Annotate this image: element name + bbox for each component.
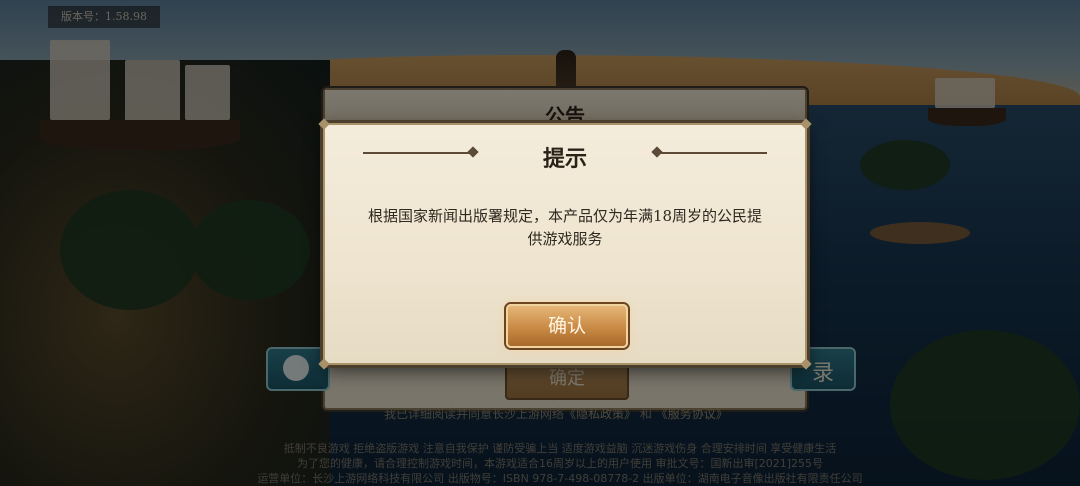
confirm-button[interactable]: 确认 bbox=[506, 304, 628, 348]
tip-dialog: 提示 根据国家新闻出版署规定，本产品仅为年满18周岁的公民提供游戏服务 确认 bbox=[318, 118, 812, 370]
dialog-message: 根据国家新闻出版署规定，本产品仅为年满18周岁的公民提供游戏服务 bbox=[367, 207, 763, 248]
dialog-title: 提示 bbox=[542, 146, 587, 172]
